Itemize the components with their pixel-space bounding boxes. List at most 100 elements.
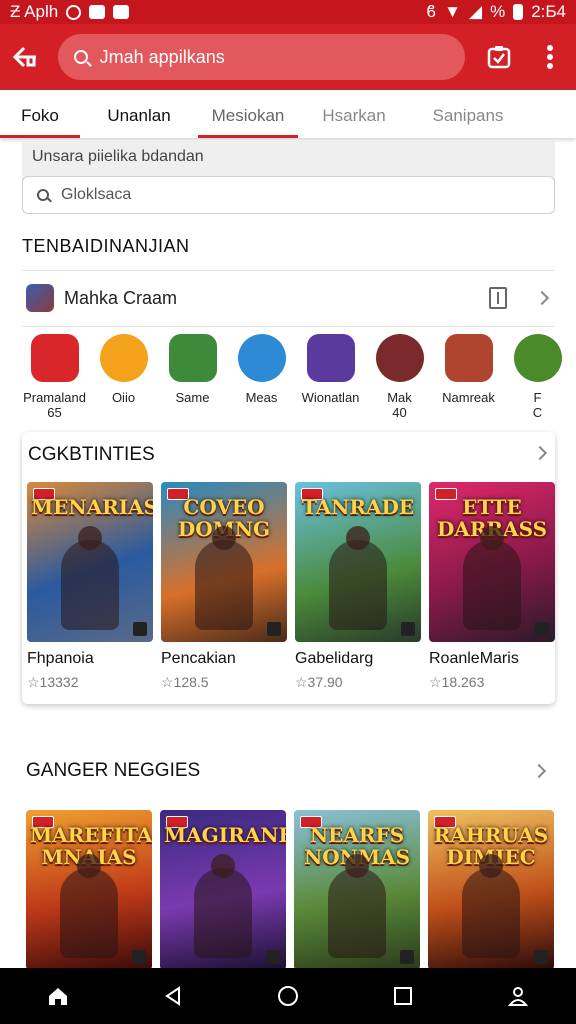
app-label: Mak 40 [387, 390, 412, 420]
app-green-icon [168, 334, 217, 382]
game-rating: ☆37.90 [295, 674, 343, 690]
character-figure [462, 854, 520, 958]
home-back-button[interactable] [0, 45, 50, 69]
tab-foko[interactable]: Foko [0, 90, 80, 138]
profile-icon[interactable] [507, 985, 529, 1007]
game-name: Gabelidarg [295, 650, 374, 667]
game-rating: ☆13332 [27, 674, 79, 690]
status-bar: Ƶ Aplh ϐ ▼ ◢ % 2:Ƃ4 [0, 0, 576, 24]
back-icon[interactable] [162, 985, 184, 1007]
recents-icon[interactable] [392, 985, 414, 1007]
game-rating: ☆128.5 [161, 674, 209, 690]
tab-unanlan[interactable]: Unanlan [80, 90, 198, 138]
battery-percent: % [490, 2, 506, 21]
tab-label: Foko [21, 106, 59, 125]
corner-icon [266, 950, 280, 964]
game-item[interactable]: MAREFITA MNAIAS [26, 810, 152, 970]
app-item[interactable]: Pramaland 65 [20, 334, 89, 426]
bookmark-icon[interactable] [489, 287, 507, 309]
tab-label: Sanipans [432, 106, 504, 125]
corner-icon [400, 950, 414, 964]
app-label: Same [175, 390, 210, 405]
app-sword-icon [375, 334, 424, 382]
divider [22, 326, 555, 327]
game-item[interactable]: COVEO DOMNG Pencakian ☆128.5 [161, 482, 287, 691]
games-card: CGKBTINTIES MENARIAS Fhpanoia ☆13332 COVEO … [22, 432, 555, 704]
tab-hsarkan[interactable]: Hsarkan [298, 90, 410, 138]
home-icon[interactable] [47, 985, 69, 1007]
game-item[interactable]: RAHRUAS DIMIEC [428, 810, 554, 970]
section-title: TENBAIDINANJIAN [22, 236, 190, 256]
game-cover: MAREFITA MNAIAS [26, 810, 152, 970]
app-item[interactable]: Meas [227, 334, 296, 426]
notification-icon [89, 5, 106, 19]
search-placeholder: Jmah appilkans [99, 46, 225, 67]
game-cover: NEARFS NONMAS [294, 810, 420, 970]
app-orange-icon [99, 334, 148, 382]
search-icon [37, 189, 49, 201]
game-item[interactable]: MAGIRANES [160, 810, 286, 970]
app-label: Pramaland 65 [23, 390, 86, 420]
cover-title: MAGIRANES [164, 823, 286, 847]
panel-search-value: Gloklsaca [61, 186, 132, 203]
app-label: Meas [245, 390, 278, 405]
featured-row[interactable]: Mahka Craam [22, 272, 555, 324]
game-cover: MAGIRANES [160, 810, 286, 970]
character-figure [195, 526, 253, 630]
corner-icon [132, 950, 146, 964]
app-label: Wionatlan [301, 390, 360, 405]
app-item[interactable]: Mak 40 [365, 334, 434, 426]
clipboard-check-icon [487, 46, 510, 69]
library-button[interactable] [473, 44, 525, 70]
search-panel: Unsara piielika bdandan Gloklsaca [22, 140, 555, 214]
status-left-text: Ƶ Aplh [10, 2, 59, 21]
panel-search-input[interactable]: Gloklsaca [22, 176, 555, 214]
app-item[interactable]: Oiio [89, 334, 158, 426]
corner-icon [133, 622, 147, 636]
app-icons-row: Pramaland 65 Oiio Same Meas Wionatlan Mak 40 N… [20, 334, 576, 426]
search-bar[interactable]: Jmah appilkans [57, 34, 465, 80]
tab-bar: Foko Unanlan Mesiokan Hsarkan Sanipans [0, 90, 576, 138]
character-figure [194, 854, 252, 958]
app-item[interactable]: Same [158, 334, 227, 426]
home-circle-icon[interactable] [277, 985, 299, 1007]
game-item[interactable]: MENARIAS Fhpanoia ☆13332 [27, 482, 153, 691]
game-name: Fhpanoia [27, 650, 94, 667]
tab-label: Unanlan [107, 106, 171, 125]
featured-name: Mahka Craam [64, 287, 178, 308]
game-item[interactable]: ETTE DARRASS RoanleMaris ☆18.263 [429, 482, 555, 691]
divider [22, 270, 555, 271]
cover-title: MENARIAS [31, 495, 153, 519]
app-group-icon [444, 334, 493, 382]
game-item[interactable]: TANRADE Gabelidarg ☆37.90 [295, 482, 421, 691]
battery-icon [513, 4, 524, 20]
app-item[interactable]: Wionatlan [296, 334, 365, 426]
cover-title: TANRADE [301, 495, 415, 519]
app-label: Oiio [111, 390, 136, 405]
corner-icon [267, 622, 281, 636]
chevron-right-icon[interactable] [531, 763, 547, 779]
game-cover: RAHRUAS DIMIEC [428, 810, 554, 970]
card-title: CGKBTINTIES [28, 444, 155, 465]
chevron-right-icon[interactable] [534, 290, 550, 306]
overflow-menu-button[interactable] [524, 44, 576, 70]
app-item[interactable]: F C [503, 334, 572, 426]
search-icon [73, 50, 88, 64]
tab-mesiokan[interactable]: Mesiokan [198, 90, 298, 138]
app-item[interactable]: Namreak [434, 334, 503, 426]
character-figure [329, 526, 387, 630]
app-bar: Jmah appilkans [0, 24, 576, 90]
game-item[interactable]: NEARFS NONMAS [294, 810, 420, 970]
game-cover: TANRADE [295, 482, 421, 642]
game-cover: MENARIAS [27, 482, 153, 642]
tab-sanipans[interactable]: Sanipans [410, 90, 526, 138]
chevron-right-icon[interactable] [532, 445, 548, 461]
app-purple-icon [306, 334, 355, 382]
section-title: GANGER NEGGIES [26, 760, 201, 781]
app-blue-icon [237, 334, 286, 382]
app-label: Namreak [442, 390, 495, 405]
character-figure [463, 526, 521, 630]
game-name: Pencakian [161, 650, 236, 667]
game-cover: ETTE DARRASS [429, 482, 555, 642]
clock: 2:Ƃ4 [531, 2, 566, 21]
